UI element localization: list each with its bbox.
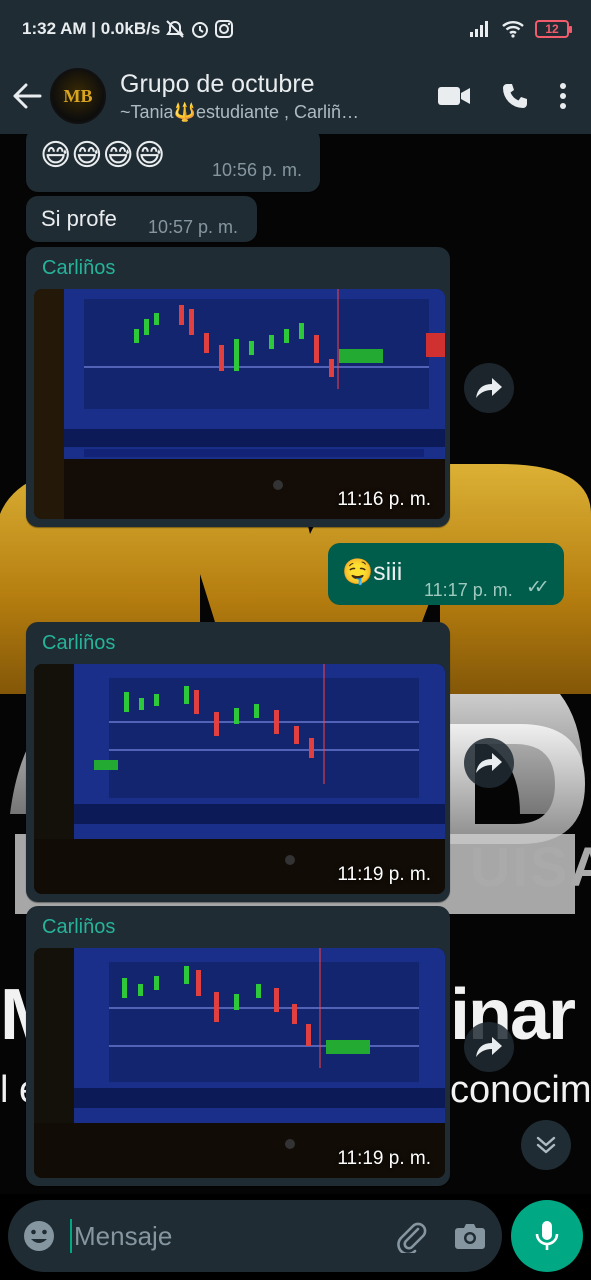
scroll-down-button[interactable] [521,1120,571,1170]
trading-chart-image [34,664,445,894]
chat-header: MB Grupo de octubre ~Tania🔱estudiante , … [0,58,591,134]
arrow-left-icon [13,83,42,109]
message-input-container: Mensaje [8,1200,502,1272]
voice-message-button[interactable] [511,1200,583,1272]
read-receipt-icon: ✓✓ [526,577,550,598]
emoji-icon[interactable] [22,1219,56,1253]
wallpaper-brand: UISA [470,835,591,898]
message-text: 😅😅😅😅 [40,139,166,172]
camera-icon[interactable] [454,1222,486,1250]
video-call-icon[interactable] [437,85,471,107]
double-chevron-down-icon [536,1136,556,1154]
outgoing-message[interactable]: 🤤siii 11:17 p. m. ✓✓ [328,543,564,605]
status-time: 1:32 AM | 0.0kB/s [22,19,161,38]
mute-icon [166,20,185,38]
microphone-icon [535,1221,559,1250]
status-bar: 1:32 AM | 0.0kB/s 12 [0,0,591,58]
chart-photo[interactable]: 11:16 p. m. [34,289,445,519]
image-message[interactable]: Carliños 11:16 p. m. [26,247,450,527]
alarm-icon [192,22,209,38]
group-name: Grupo de octubre [120,69,315,98]
sender-name: Carliños [42,632,116,654]
battery-indicator: 12 [535,20,572,38]
forward-button[interactable] [464,1022,514,1072]
image-time: 11:19 p. m. [337,1148,431,1169]
group-members: ~Tania🔱estudiante , Carliñ… [120,101,360,122]
image-message[interactable]: Carliños 11:19 p. m. [26,906,450,1186]
forward-button[interactable] [464,738,514,788]
message-time: 10:57 p. m. [148,217,239,237]
sender-name: Carliños [42,916,116,938]
message-time: 10:56 p. m. [212,160,303,180]
forward-button[interactable] [464,363,514,413]
chat-title-area[interactable]: Grupo de octubre ~Tania🔱estudiante , Car… [120,70,437,123]
wallpaper-text-2b: conocimie [450,1069,591,1111]
trading-chart-image [34,289,445,519]
message-bubble[interactable]: 😅😅😅😅 10:56 p. m. [26,134,320,192]
chat-area[interactable]: Ma inar l é conocimie UISA 😅😅😅😅 10:56 p.… [0,134,591,1194]
message-text: Si profe [41,206,117,231]
signal-icon [470,21,488,37]
message-composer: Mensaje [0,1194,591,1280]
share-arrow-icon [476,378,502,398]
attachment-icon[interactable] [394,1219,428,1253]
chart-photo[interactable]: 11:19 p. m. [34,664,445,894]
share-arrow-icon [476,1037,502,1057]
wifi-icon [502,21,524,38]
trading-chart-image [34,948,445,1178]
back-button[interactable] [4,83,50,109]
message-input[interactable]: Mensaje [70,1219,394,1253]
image-time: 11:19 p. m. [337,864,431,885]
more-options-icon[interactable] [559,82,567,110]
phone-icon[interactable] [501,82,529,110]
chart-photo[interactable]: 11:19 p. m. [34,948,445,1178]
message-text: 🤤siii [342,558,403,586]
message-bubble[interactable]: Si profe 10:57 p. m. [26,196,257,242]
instagram-icon [215,20,234,38]
message-time: 11:17 p. m. [424,580,513,600]
image-time: 11:16 p. m. [337,489,431,510]
sender-name: Carliños [42,257,116,279]
group-avatar[interactable]: MB [50,68,106,124]
image-message[interactable]: Carliños 11:19 p. m. [26,622,450,902]
share-arrow-icon [476,753,502,773]
